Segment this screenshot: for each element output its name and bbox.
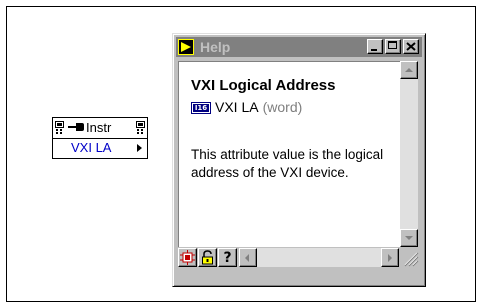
arrow-up-icon — [405, 68, 413, 72]
online-help-button[interactable]: ? — [218, 248, 237, 267]
help-heading: VXI Logical Address — [191, 77, 336, 94]
property-node-header: Instr — [53, 118, 147, 139]
diagram-help-icon — [180, 250, 195, 265]
lock-icon — [202, 250, 213, 265]
resize-grip-icon — [404, 252, 419, 267]
property-signature: VXI LA (word) — [215, 99, 302, 115]
help-toolbar: ? — [178, 247, 419, 267]
close-button[interactable] — [403, 39, 419, 54]
arrow-right-icon — [388, 254, 392, 262]
help-window: Help VXI Logical Address I16 VXI LA (word… — [172, 33, 426, 287]
close-icon — [406, 42, 416, 51]
maximize-button[interactable] — [385, 39, 401, 54]
simple-diagram-help-button[interactable] — [178, 248, 197, 267]
help-content: VXI Logical Address I16 VXI LA (word) Thi… — [178, 61, 400, 247]
scroll-right-button[interactable] — [381, 248, 399, 267]
resize-grip[interactable] — [400, 248, 419, 267]
question-mark-icon: ? — [223, 250, 232, 266]
error-out-terminal-icon — [136, 121, 145, 134]
maximize-icon — [388, 41, 397, 49]
help-description: This attribute value is the logical addr… — [191, 147, 384, 180]
property-label: VXI LA — [71, 140, 112, 155]
property-row[interactable]: VXI LA — [53, 139, 147, 158]
data-type-icon: I16 — [191, 102, 211, 114]
signature-property-name: VXI LA — [215, 99, 259, 115]
minimize-icon — [371, 49, 377, 51]
lock-help-button[interactable] — [198, 248, 217, 267]
signature-data-type: (word) — [262, 99, 303, 115]
error-in-terminal-icon — [55, 121, 64, 134]
horizontal-scrollbar[interactable] — [239, 248, 399, 267]
output-arrow-icon — [137, 144, 142, 152]
scroll-up-button[interactable] — [400, 61, 418, 79]
arrow-down-icon — [405, 236, 413, 240]
node-class-label: Instr — [86, 120, 112, 135]
minimize-button[interactable] — [367, 39, 383, 54]
scroll-left-button[interactable] — [239, 248, 257, 267]
title-bar[interactable]: Help — [176, 37, 422, 57]
instrument-reference-icon — [68, 123, 84, 131]
vertical-scrollbar[interactable] — [400, 61, 418, 247]
window-title: Help — [200, 39, 231, 55]
scroll-down-button[interactable] — [400, 229, 418, 247]
property-node[interactable]: Instr VXI LA — [52, 117, 148, 159]
labview-app-icon — [178, 39, 194, 55]
arrow-left-icon — [245, 254, 249, 262]
